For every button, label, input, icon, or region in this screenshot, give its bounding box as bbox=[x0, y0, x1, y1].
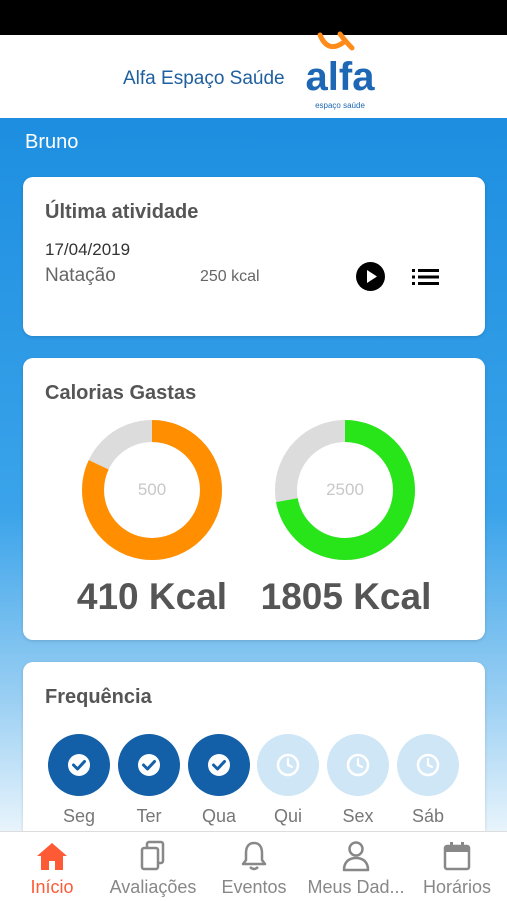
bottom-tab-bar: Início Avaliações Eventos Meus Dad... Ho… bbox=[0, 831, 507, 901]
activity-kcal: 250 kcal bbox=[200, 268, 260, 285]
tab-horarios[interactable]: Horários bbox=[414, 832, 500, 901]
day-status-2 bbox=[188, 734, 250, 796]
activity-date: 17/04/2019 bbox=[45, 240, 131, 259]
calories-value-1: 410 Kcal bbox=[76, 576, 228, 617]
day-status-5 bbox=[397, 734, 459, 796]
check-icon bbox=[138, 754, 160, 776]
last-activity-title: Última atividade bbox=[45, 201, 199, 223]
tab-avaliacoes[interactable]: Avaliações bbox=[104, 832, 202, 901]
user-name: Bruno bbox=[25, 131, 79, 153]
gauge-goal-1: 500 bbox=[137, 480, 167, 499]
tab-meus-dados[interactable]: Meus Dad... bbox=[304, 832, 408, 901]
tab-eventos[interactable]: Eventos bbox=[210, 832, 298, 901]
calories-title: Calorias Gastas bbox=[45, 382, 197, 404]
tab-label: Avaliações bbox=[109, 877, 197, 897]
calories-card: Calorias Gastas 500 410 Kcal 2500 1805 K… bbox=[23, 358, 485, 640]
clock-icon bbox=[416, 753, 440, 777]
tab-label: Meus Dad... bbox=[307, 877, 405, 897]
list-icon[interactable] bbox=[411, 267, 441, 287]
alfa-logo: alfa espaço saúde bbox=[306, 31, 376, 110]
activity-name: Natação bbox=[45, 265, 116, 286]
home-icon bbox=[37, 843, 67, 870]
day-status-1 bbox=[118, 734, 180, 796]
play-icon[interactable] bbox=[356, 262, 385, 291]
day-status-3 bbox=[257, 734, 319, 796]
day-label: Qua bbox=[201, 806, 237, 826]
brand-name: Alfa Espaço Saúde bbox=[123, 68, 285, 89]
day-label: Qui bbox=[273, 806, 302, 826]
day-label: Ter bbox=[136, 806, 162, 826]
last-activity-card[interactable]: Última atividade 17/04/2019 Natação 250 … bbox=[23, 177, 485, 336]
frequency-title: Frequência bbox=[45, 686, 152, 708]
day-label: Sex bbox=[342, 806, 374, 826]
calories-value-2: 1805 Kcal bbox=[260, 576, 432, 617]
tab-label: Eventos bbox=[221, 877, 287, 897]
tab-inicio[interactable]: Início bbox=[6, 832, 98, 901]
tab-label: Início bbox=[30, 877, 74, 897]
day-status-0 bbox=[48, 734, 110, 796]
documents-icon bbox=[140, 840, 165, 871]
day-label: Seg bbox=[62, 806, 96, 826]
day-status-4 bbox=[327, 734, 389, 796]
day-label: Sáb bbox=[411, 806, 445, 826]
gauge-goal-2: 2500 bbox=[326, 480, 364, 499]
tab-label: Horários bbox=[422, 877, 492, 897]
clock-icon bbox=[276, 753, 300, 777]
check-icon bbox=[68, 754, 90, 776]
status-bar bbox=[0, 0, 507, 35]
calendar-icon bbox=[443, 842, 471, 871]
bell-icon bbox=[241, 841, 267, 871]
logo-word: alfa bbox=[306, 55, 376, 99]
user-icon bbox=[342, 841, 370, 872]
logo-tagline: espaço saúde bbox=[315, 101, 365, 110]
clock-icon bbox=[346, 753, 370, 777]
check-icon bbox=[208, 754, 230, 776]
